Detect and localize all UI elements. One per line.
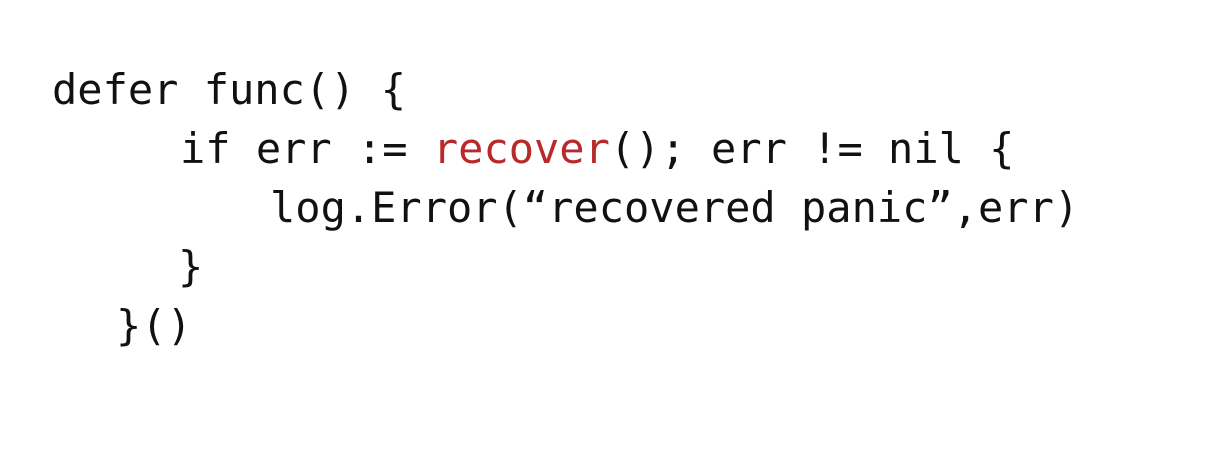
code-block: defer func() { if err := recover(); err … bbox=[0, 0, 1230, 466]
code-if-suffix: (); err != nil { bbox=[609, 124, 1015, 173]
code-line-defer: defer func() { bbox=[52, 65, 407, 114]
code-line-log-error: log.Error(“recovered panic”,err) bbox=[270, 183, 1080, 232]
code-line-close-if: } bbox=[178, 242, 204, 291]
recover-keyword-highlight: recover bbox=[432, 124, 610, 173]
code-slide: defer func() { if err := recover(); err … bbox=[0, 0, 1230, 466]
code-line-close-func-call: }() bbox=[116, 301, 192, 350]
code-line-if-recover: if err := recover(); err != nil { bbox=[180, 120, 1014, 178]
code-if-prefix: if err := bbox=[180, 124, 433, 173]
